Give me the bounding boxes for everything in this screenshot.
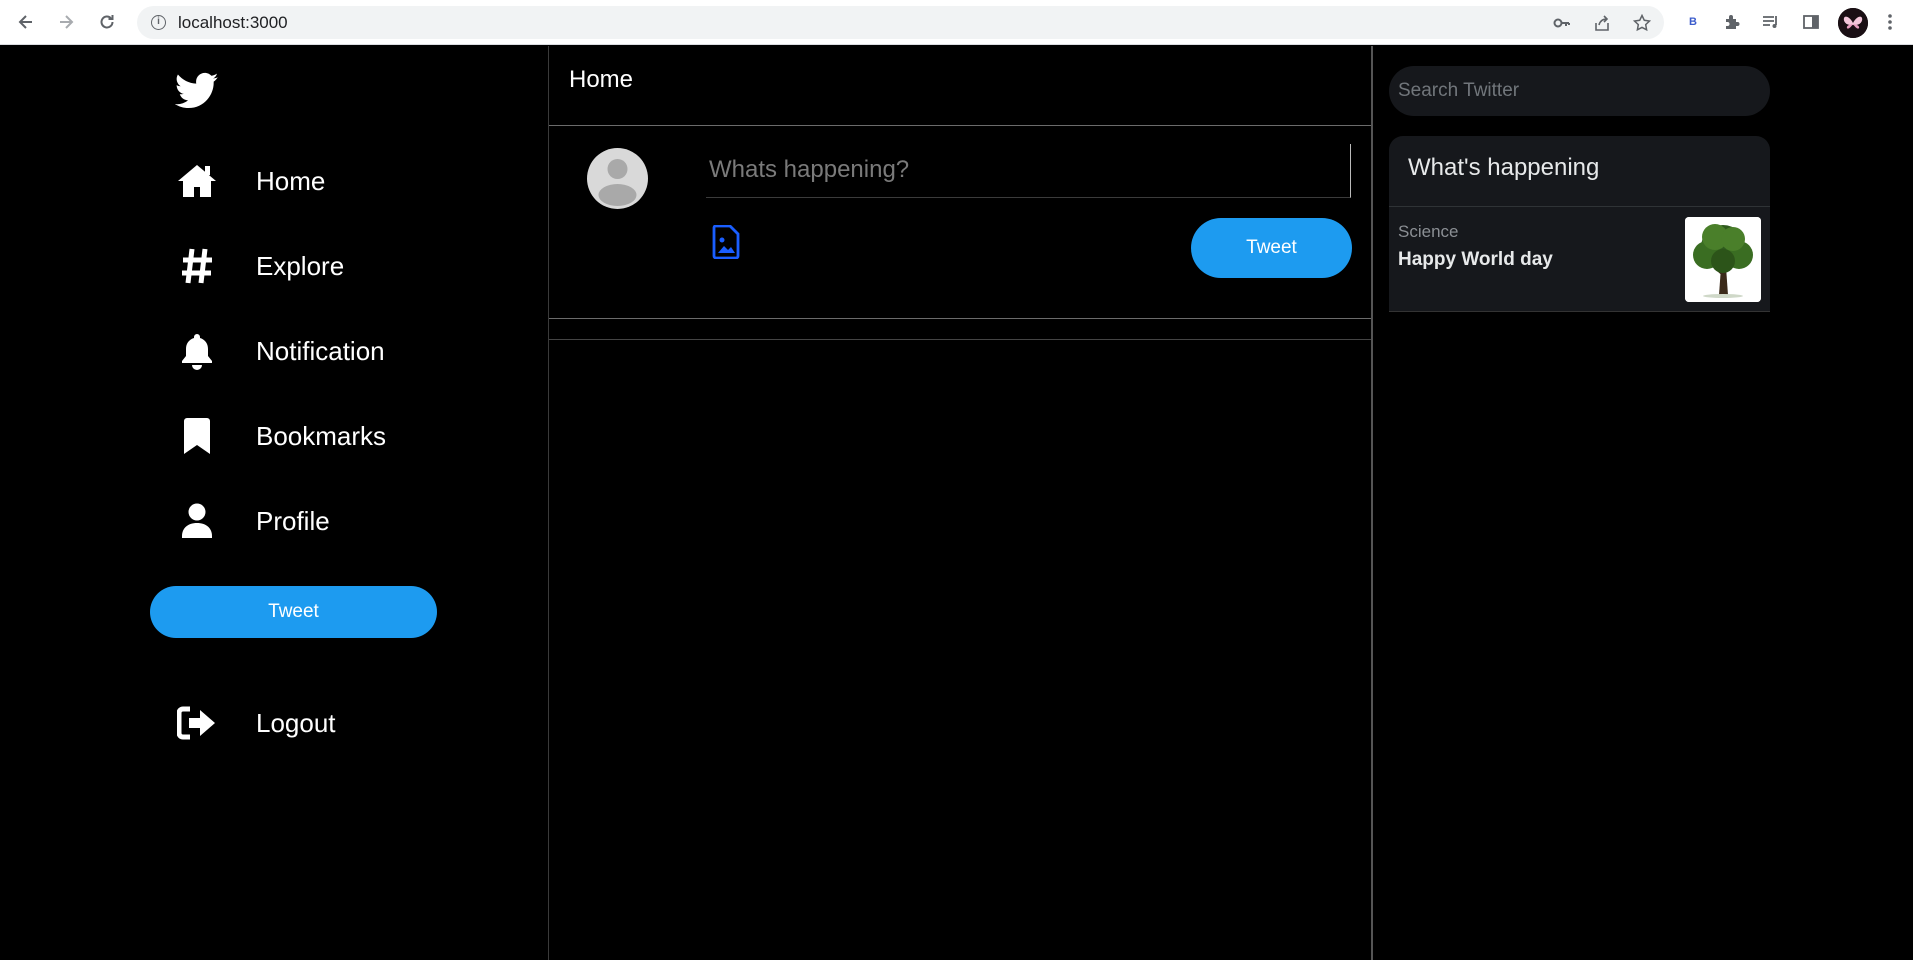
sidebar-item-bookmarks[interactable]: Bookmarks (176, 411, 386, 461)
home-icon (176, 160, 218, 202)
browser-profile-avatar[interactable] (1838, 8, 1868, 38)
trend-category: Science (1398, 222, 1459, 241)
sidebar-item-logout[interactable]: Logout (176, 698, 336, 748)
sidebar-item-label: Explore (256, 250, 345, 281)
avatar (587, 148, 648, 209)
main-feed: Home Whats happening? Tweet (548, 46, 1373, 960)
feed-divider (549, 339, 1371, 340)
extension-b-icon[interactable]: B (1681, 10, 1705, 34)
tweet-input[interactable]: Whats happening? (706, 144, 1351, 198)
twitter-logo-icon[interactable] (174, 71, 219, 111)
left-sidebar: Home Explore Notification Bookmarks Prof… (0, 46, 548, 960)
bookmark-icon (176, 415, 218, 457)
trend-text[interactable]: Happy World day (1398, 249, 1553, 271)
browser-menu-icon[interactable] (1878, 10, 1902, 34)
bookmark-star-icon[interactable] (1631, 12, 1653, 34)
sidebar-tweet-button[interactable]: Tweet (150, 586, 437, 638)
logout-icon (176, 702, 218, 744)
trends-divider (1389, 206, 1770, 207)
sidebar-item-label: Logout (256, 707, 336, 738)
sidebar-item-label: Notification (256, 335, 385, 366)
back-button[interactable] (13, 9, 39, 35)
extensions-puzzle-icon[interactable] (1720, 10, 1744, 34)
sidebar-item-label: Profile (256, 505, 330, 536)
media-queue-icon[interactable] (1759, 10, 1783, 34)
reload-button[interactable] (94, 9, 120, 35)
sidebar-item-label: Home (256, 165, 326, 196)
bell-icon (176, 330, 218, 372)
site-info-icon[interactable]: i (151, 15, 166, 30)
sidebar-item-explore[interactable]: Explore (176, 241, 344, 291)
trends-panel: What's happening Science Happy World day (1389, 136, 1770, 312)
forward-button[interactable] (53, 9, 79, 35)
url-text: localhost:3000 (178, 13, 288, 32)
search-input[interactable]: Search Twitter (1389, 66, 1770, 116)
user-icon (176, 500, 218, 542)
sidebar-item-label: Bookmarks (256, 420, 387, 451)
key-icon[interactable] (1551, 12, 1573, 34)
sidebar-item-profile[interactable]: Profile (176, 496, 330, 546)
sidebar-item-notification[interactable]: Notification (176, 326, 385, 376)
trend-image[interactable] (1685, 217, 1761, 302)
address-bar[interactable]: i localhost:3000 (137, 6, 1664, 39)
trends-title: What's happening (1408, 154, 1600, 181)
composer-tweet-button[interactable]: Tweet (1191, 218, 1352, 278)
sidebar-item-home[interactable]: Home (176, 156, 325, 206)
hashtag-icon (176, 245, 218, 287)
side-panel-icon[interactable] (1799, 10, 1823, 34)
browser-toolbar: i localhost:3000 B (0, 0, 1913, 45)
page-title: Home (569, 66, 634, 93)
share-icon[interactable] (1591, 12, 1613, 34)
main-header: Home (549, 46, 1371, 126)
image-upload-icon[interactable] (712, 224, 742, 260)
tweet-composer: Whats happening? Tweet (549, 126, 1371, 319)
